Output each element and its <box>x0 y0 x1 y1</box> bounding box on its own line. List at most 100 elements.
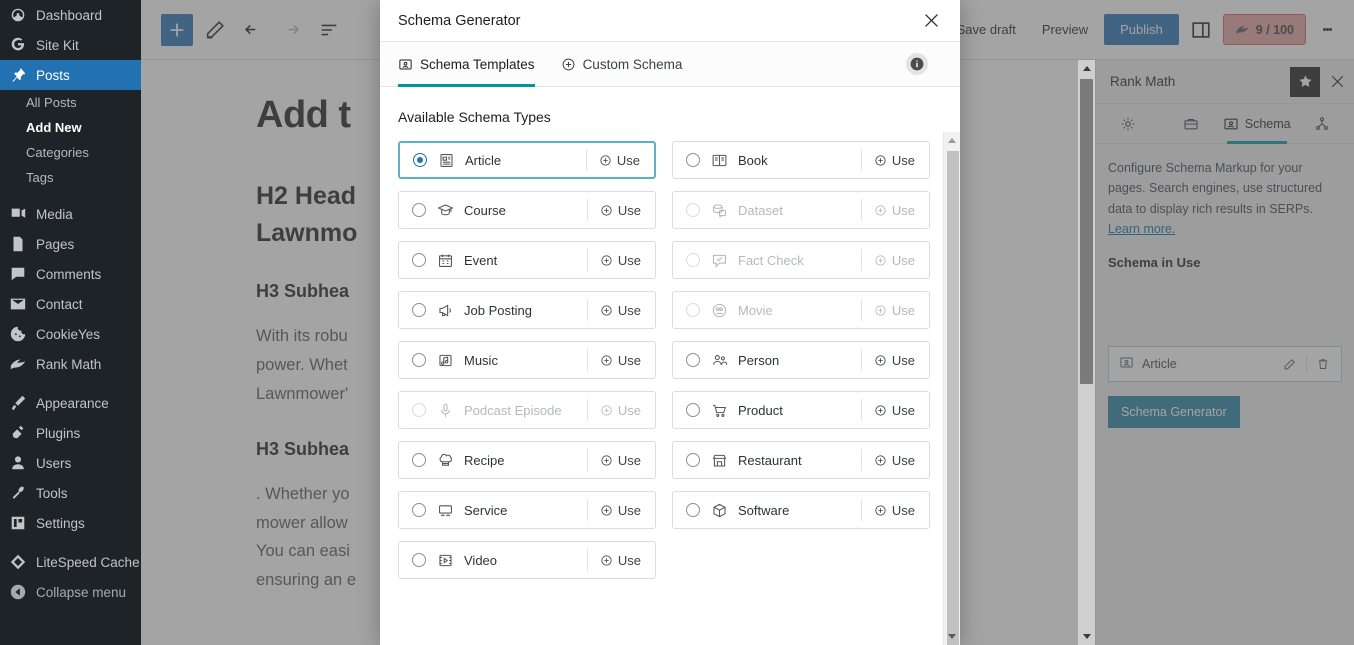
schema-type-card-event[interactable]: Event Use <box>398 241 656 279</box>
use-button[interactable]: Use <box>588 303 655 318</box>
schema-type-label: Video <box>464 552 498 568</box>
page-scrollbar[interactable] <box>1078 60 1095 645</box>
use-button-wrap: Use <box>860 292 929 328</box>
wrench-icon <box>9 484 27 502</box>
use-button-label: Use <box>616 152 640 168</box>
info-icon[interactable] <box>906 53 928 75</box>
tab-schema-templates[interactable]: Schema Templates <box>398 42 535 87</box>
schema-type-radio[interactable] <box>686 503 700 517</box>
use-button[interactable]: Use <box>862 453 929 468</box>
sidebar-item-settings[interactable]: Settings <box>0 508 141 538</box>
schema-type-card-product[interactable]: Product Use <box>672 391 930 429</box>
schema-type-radio[interactable] <box>412 203 426 217</box>
schema-type-radio[interactable] <box>686 403 700 417</box>
schema-type-radio[interactable] <box>412 353 426 367</box>
sidebar-item-media[interactable]: Media <box>0 199 141 229</box>
sidebar-item-rank-math[interactable]: Rank Math <box>0 349 141 379</box>
course-icon <box>437 202 454 219</box>
schema-type-label: Job Posting <box>464 302 532 318</box>
schema-type-label: Service <box>464 502 508 518</box>
schema-type-card-service[interactable]: Service Use <box>398 491 656 529</box>
schema-type-label: Movie <box>738 302 773 318</box>
schema-type-radio[interactable] <box>412 453 426 467</box>
use-button[interactable]: Use <box>588 453 655 468</box>
schema-type-card-restaurant[interactable]: Restaurant Use <box>672 441 930 479</box>
plus-circle-icon <box>601 404 612 416</box>
sidebar-subitem-tags[interactable]: Tags <box>0 165 141 190</box>
book-icon <box>711 152 728 169</box>
use-button[interactable]: Use <box>588 253 655 268</box>
schema-type-radio[interactable] <box>686 153 700 167</box>
use-button[interactable]: Use <box>862 353 929 368</box>
sidebar-item-pages[interactable]: Pages <box>0 229 141 259</box>
use-button-label: Use <box>617 202 641 218</box>
sidebar-item-site-kit[interactable]: Site Kit <box>0 30 141 60</box>
sidebar-item-tools[interactable]: Tools <box>0 478 141 508</box>
collapse-icon <box>9 583 27 601</box>
modal-scroll-up-button[interactable] <box>944 132 960 149</box>
use-button[interactable]: Use <box>587 153 654 168</box>
plus-circle-icon <box>875 504 886 516</box>
schema-type-radio[interactable] <box>686 353 700 367</box>
schema-type-radio[interactable] <box>412 303 426 317</box>
plus-circle-icon <box>601 554 612 566</box>
tab-custom-schema[interactable]: Custom Schema <box>561 42 682 87</box>
modal-scroll-thumb[interactable] <box>947 151 959 645</box>
sidebar-subitem-all-posts[interactable]: All Posts <box>0 90 141 115</box>
schema-type-radio[interactable] <box>412 253 426 267</box>
media-icon <box>9 205 27 223</box>
rankmath-icon <box>9 355 27 373</box>
schema-type-card-article[interactable]: Article Use <box>398 141 656 179</box>
sidebar-item-label: Site Kit <box>36 37 79 53</box>
use-button-label: Use <box>617 302 641 318</box>
sidebar-subitem-add-new[interactable]: Add New <box>0 115 141 140</box>
menu-separator <box>0 379 141 388</box>
factcheck-icon <box>711 252 728 269</box>
page-scroll-thumb[interactable] <box>1080 79 1093 384</box>
schema-type-card-music[interactable]: Music Use <box>398 341 656 379</box>
schema-type-card-book[interactable]: Book Use <box>672 141 930 179</box>
sidebar-item-cookieyes[interactable]: CookieYes <box>0 319 141 349</box>
use-button[interactable]: Use <box>588 353 655 368</box>
sidebar-item-litespeed-cache[interactable]: LiteSpeed Cache <box>0 547 141 577</box>
modal-scroll-down-button[interactable] <box>944 628 960 645</box>
schema-type-card-video[interactable]: Video Use <box>398 541 656 579</box>
use-button[interactable]: Use <box>862 503 929 518</box>
sidebar-item-users[interactable]: Users <box>0 448 141 478</box>
sidebar-item-comments[interactable]: Comments <box>0 259 141 289</box>
page-scroll-up-button[interactable] <box>1078 60 1095 77</box>
plus-circle-icon <box>601 204 612 216</box>
schema-type-radio[interactable] <box>412 553 426 567</box>
use-button-label: Use <box>891 402 915 418</box>
use-button-wrap: Use <box>586 192 655 228</box>
sidebar-item-appearance[interactable]: Appearance <box>0 388 141 418</box>
use-button[interactable]: Use <box>588 503 655 518</box>
schema-type-card-software[interactable]: Software Use <box>672 491 930 529</box>
schema-type-card-person[interactable]: Person Use <box>672 341 930 379</box>
schema-type-label: Dataset <box>738 202 783 218</box>
sidebar-subitem-categories[interactable]: Categories <box>0 140 141 165</box>
use-button[interactable]: Use <box>862 153 929 168</box>
schema-type-label: Recipe <box>464 452 505 468</box>
sidebar-item-plugins[interactable]: Plugins <box>0 418 141 448</box>
schema-type-radio[interactable] <box>412 503 426 517</box>
menu-separator <box>0 190 141 199</box>
use-button[interactable]: Use <box>862 403 929 418</box>
sidebar-item-posts[interactable]: Posts <box>0 60 141 90</box>
schema-type-card-recipe[interactable]: Recipe Use <box>398 441 656 479</box>
schema-type-radio[interactable] <box>413 153 427 167</box>
collapse-menu-button[interactable]: Collapse menu <box>0 577 141 607</box>
plus-circle-icon <box>875 254 886 266</box>
schema-type-card-job-posting[interactable]: Job Posting Use <box>398 291 656 329</box>
schema-type-radio[interactable] <box>686 453 700 467</box>
use-button[interactable]: Use <box>588 203 655 218</box>
sidebar-item-label: LiteSpeed Cache <box>36 554 140 570</box>
use-button[interactable]: Use <box>588 553 655 568</box>
sidebar-item-dashboard[interactable]: Dashboard <box>0 0 141 30</box>
modal-scrollbar[interactable] <box>943 132 960 645</box>
use-button-wrap: Use <box>860 492 929 528</box>
schema-type-card-course[interactable]: Course Use <box>398 191 656 229</box>
sidebar-item-contact[interactable]: Contact <box>0 289 141 319</box>
modal-close-button[interactable] <box>916 6 946 36</box>
page-scroll-down-button[interactable] <box>1078 628 1095 645</box>
